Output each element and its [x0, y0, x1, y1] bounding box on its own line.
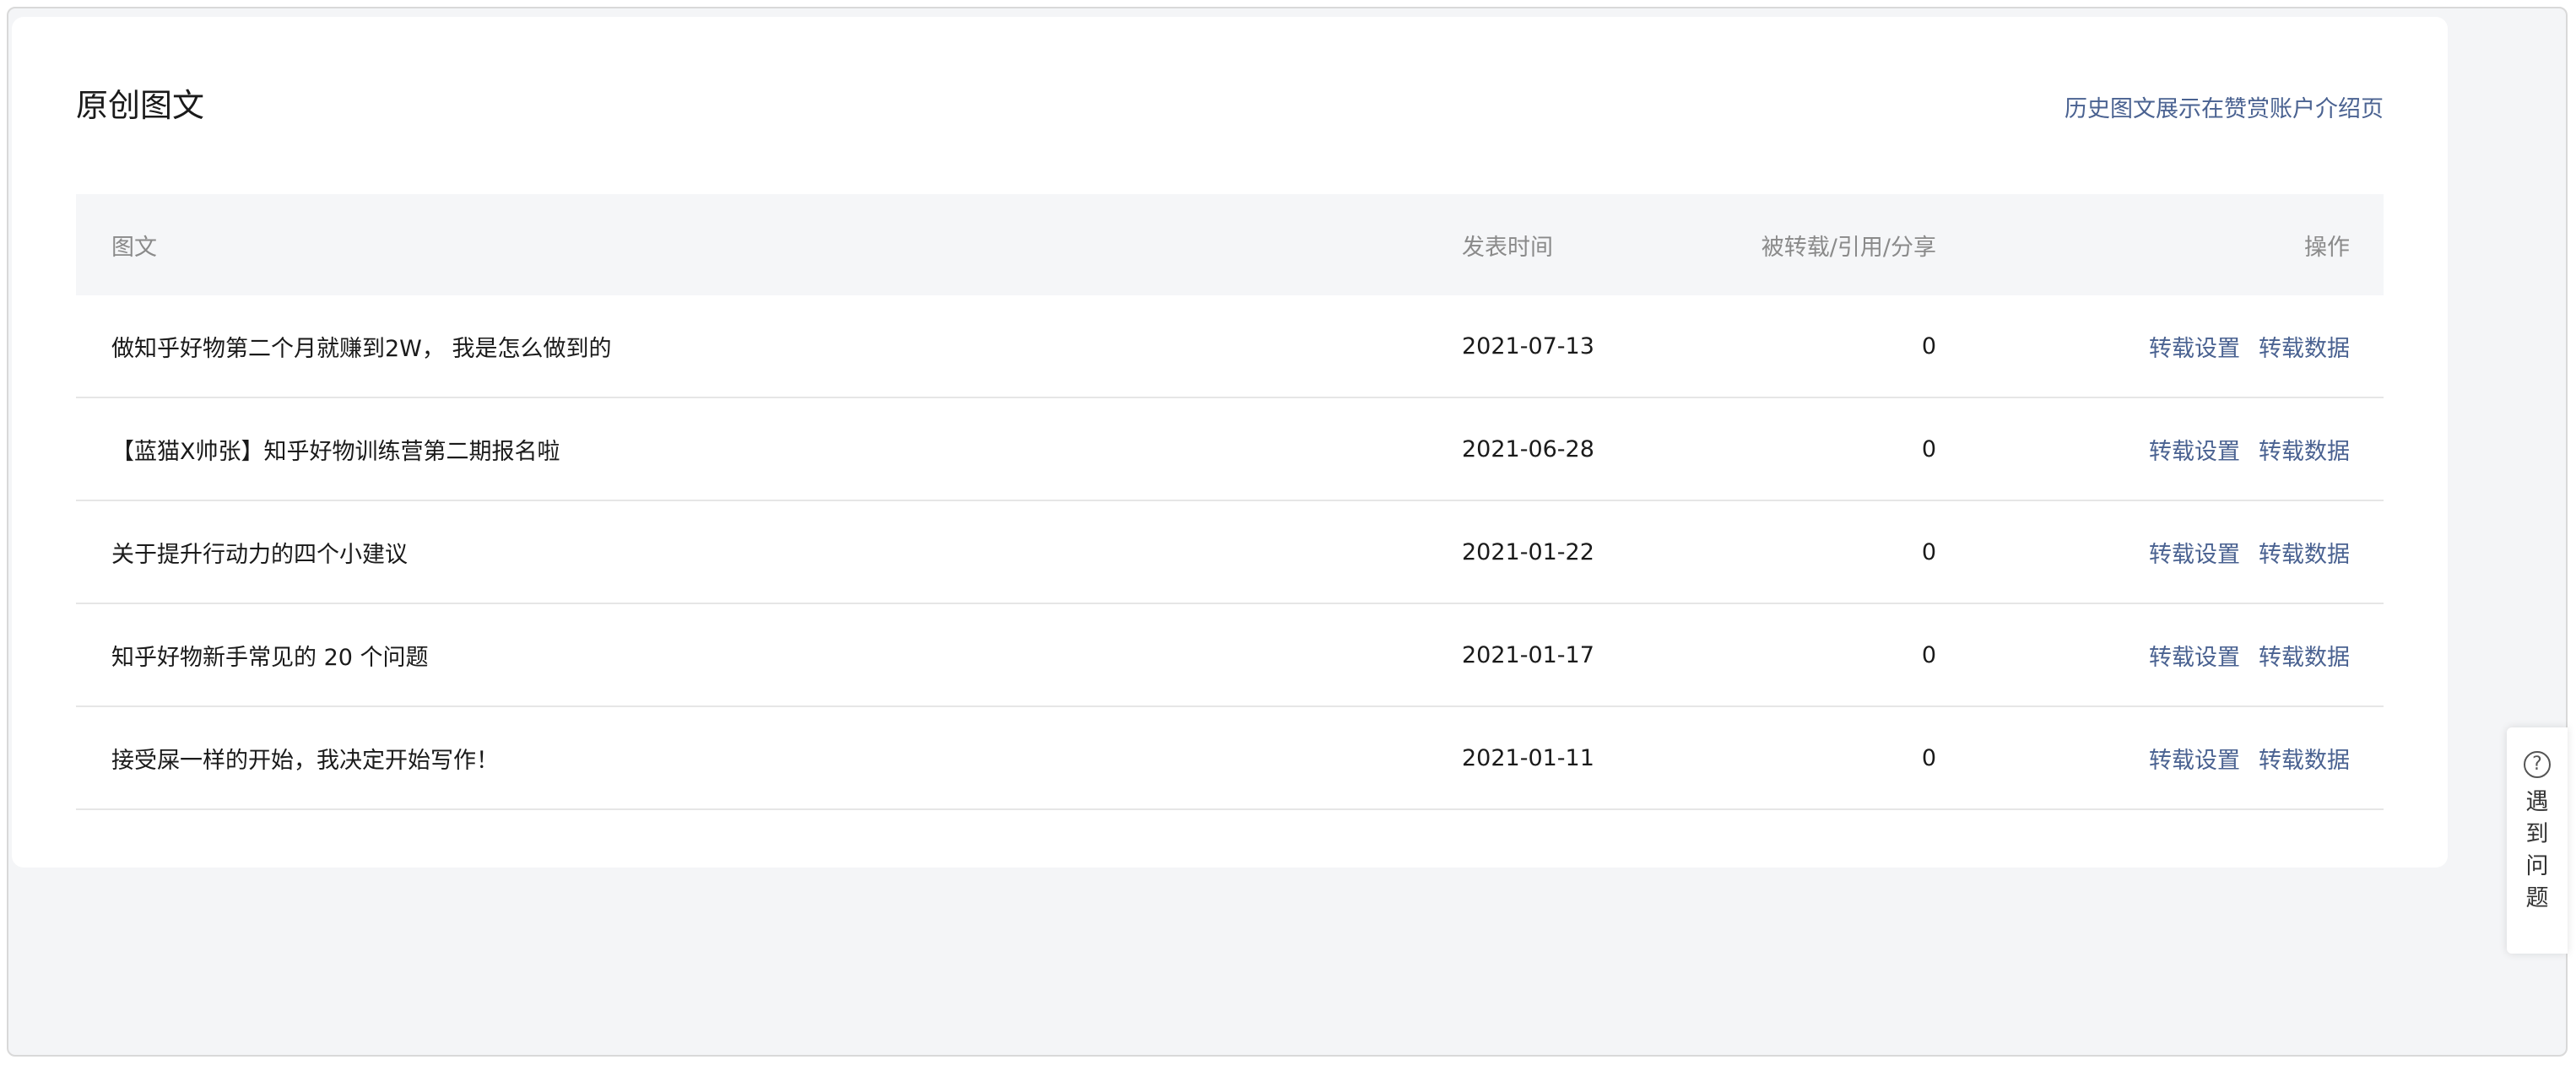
- repost-settings-link[interactable]: 转载设置: [2149, 742, 2240, 775]
- article-ops: 转载设置 转载数据: [2149, 398, 2350, 500]
- page-frame: 原创图文 历史图文展示在赞赏账户介绍页 图文 发表时间 被转载/引用/分享 操作…: [7, 7, 2568, 1057]
- article-ops: 转载设置 转载数据: [2149, 707, 2350, 808]
- article-ops: 转载设置 转载数据: [2149, 604, 2350, 705]
- article-date: 2021-01-22: [1462, 538, 1594, 565]
- help-label: 遇到问题: [2525, 789, 2549, 911]
- table-row: 【蓝猫X帅张】知乎好物训练营第二期报名啦 2021-06-28 0 转载设置 转…: [76, 398, 2384, 501]
- article-count: 0: [1921, 641, 1936, 668]
- article-count: 0: [1921, 538, 1936, 565]
- header-count: 被转载/引用/分享: [1761, 234, 1936, 261]
- question-circle-icon: ?: [2524, 751, 2551, 778]
- article-date: 2021-01-17: [1462, 641, 1594, 668]
- table-row: 知乎好物新手常见的 20 个问题 2021-01-17 0 转载设置 转载数据: [76, 604, 2384, 707]
- help-widget[interactable]: ? 遇到问题: [2507, 727, 2568, 954]
- original-articles-card: 原创图文 历史图文展示在赞赏账户介绍页 图文 发表时间 被转载/引用/分享 操作…: [12, 17, 2448, 868]
- repost-data-link[interactable]: 转载数据: [2259, 433, 2350, 466]
- repost-data-link[interactable]: 转载数据: [2259, 639, 2350, 672]
- article-count: 0: [1921, 332, 1936, 360]
- table-row: 做知乎好物第二个月就赚到2W， 我是怎么做到的 2021-07-13 0 转载设…: [76, 295, 2384, 398]
- article-title: 知乎好物新手常见的 20 个问题: [111, 644, 429, 671]
- article-title: 接受屎一样的开始，我决定开始写作！: [111, 747, 499, 774]
- table-header: 图文 发表时间 被转载/引用/分享 操作: [76, 194, 2384, 295]
- header-date: 发表时间: [1462, 234, 1553, 261]
- articles-table: 图文 发表时间 被转载/引用/分享 操作 做知乎好物第二个月就赚到2W， 我是怎…: [76, 194, 2384, 810]
- table-row: 接受屎一样的开始，我决定开始写作！ 2021-01-11 0 转载设置 转载数据: [76, 707, 2384, 810]
- header-ops: 操作: [2304, 234, 2350, 261]
- repost-data-link[interactable]: 转载数据: [2259, 330, 2350, 363]
- table-row: 关于提升行动力的四个小建议 2021-01-22 0 转载设置 转载数据: [76, 501, 2384, 604]
- history-articles-link[interactable]: 历史图文展示在赞赏账户介绍页: [2065, 95, 2384, 125]
- repost-data-link[interactable]: 转载数据: [2259, 742, 2350, 775]
- page-title: 原创图文: [76, 87, 205, 124]
- article-count: 0: [1921, 744, 1936, 771]
- article-date: 2021-07-13: [1462, 332, 1594, 360]
- article-ops: 转载设置 转载数据: [2149, 295, 2350, 397]
- header-title: 图文: [111, 234, 157, 261]
- article-title: 做知乎好物第二个月就赚到2W， 我是怎么做到的: [111, 335, 612, 362]
- article-date: 2021-06-28: [1462, 435, 1594, 462]
- article-ops: 转载设置 转载数据: [2149, 501, 2350, 603]
- repost-settings-link[interactable]: 转载设置: [2149, 536, 2240, 569]
- repost-settings-link[interactable]: 转载设置: [2149, 330, 2240, 363]
- repost-data-link[interactable]: 转载数据: [2259, 536, 2350, 569]
- article-count: 0: [1921, 435, 1936, 462]
- repost-settings-link[interactable]: 转载设置: [2149, 639, 2240, 672]
- article-title: 关于提升行动力的四个小建议: [111, 541, 408, 568]
- article-title: 【蓝猫X帅张】知乎好物训练营第二期报名啦: [111, 438, 560, 465]
- repost-settings-link[interactable]: 转载设置: [2149, 433, 2240, 466]
- article-date: 2021-01-11: [1462, 744, 1594, 771]
